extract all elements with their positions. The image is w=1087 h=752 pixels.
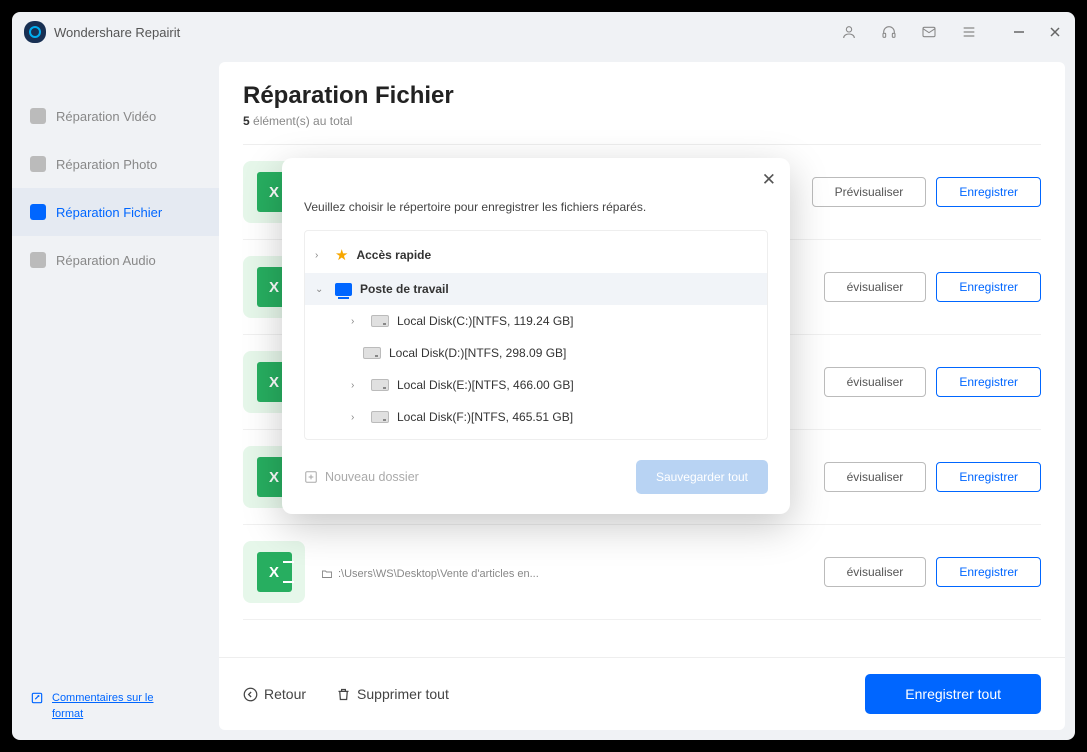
tree-disk-item[interactable]: › Local Disk(C:)[NTFS, 119.24 GB] bbox=[305, 305, 767, 337]
tree-quick-access[interactable]: › ★ Accès rapide bbox=[305, 237, 767, 273]
chevron-right-icon: › bbox=[351, 380, 363, 391]
chevron-right-icon: › bbox=[351, 316, 363, 327]
new-folder-button[interactable]: Nouveau dossier bbox=[304, 470, 419, 484]
disk-icon bbox=[371, 411, 389, 423]
save-location-modal: ✕ Veuillez choisir le répertoire pour en… bbox=[282, 158, 790, 514]
tree-this-pc[interactable]: ⌄ Poste de travail bbox=[305, 273, 767, 305]
modal-save-button[interactable]: Sauvegarder tout bbox=[636, 460, 768, 494]
disk-icon bbox=[371, 315, 389, 327]
tree-item-label: Accès rapide bbox=[356, 248, 431, 262]
chevron-right-icon: › bbox=[351, 412, 363, 423]
tree-item-label: Local Disk(E:)[NTFS, 466.00 GB] bbox=[397, 378, 574, 392]
disk-icon bbox=[363, 347, 381, 359]
tree-disk-item[interactable]: › Local Disk(F:)[NTFS, 465.51 GB] bbox=[305, 401, 767, 433]
tree-disk-item[interactable]: Local Disk(D:)[NTFS, 298.09 GB] bbox=[305, 337, 767, 369]
tree-item-label: Local Disk(D:)[NTFS, 298.09 GB] bbox=[389, 346, 566, 360]
tree-item-label: Local Disk(C:)[NTFS, 119.24 GB] bbox=[397, 314, 574, 328]
modal-close-button[interactable]: ✕ bbox=[762, 170, 776, 190]
plus-box-icon bbox=[304, 470, 318, 484]
disk-icon bbox=[371, 379, 389, 391]
pc-icon bbox=[335, 283, 352, 296]
chevron-down-icon: ⌄ bbox=[315, 284, 327, 295]
tree-disk-item[interactable]: › Local Disk(E:)[NTFS, 466.00 GB] bbox=[305, 369, 767, 401]
directory-tree: › ★ Accès rapide ⌄ Poste de travail › Lo… bbox=[304, 230, 768, 440]
modal-prompt: Veuillez choisir le répertoire pour enre… bbox=[304, 200, 768, 214]
chevron-right-icon: › bbox=[315, 250, 327, 261]
star-icon: ★ bbox=[335, 246, 348, 264]
tree-item-label: Local Disk(F:)[NTFS, 465.51 GB] bbox=[397, 410, 573, 424]
tree-item-label: Poste de travail bbox=[360, 282, 449, 296]
